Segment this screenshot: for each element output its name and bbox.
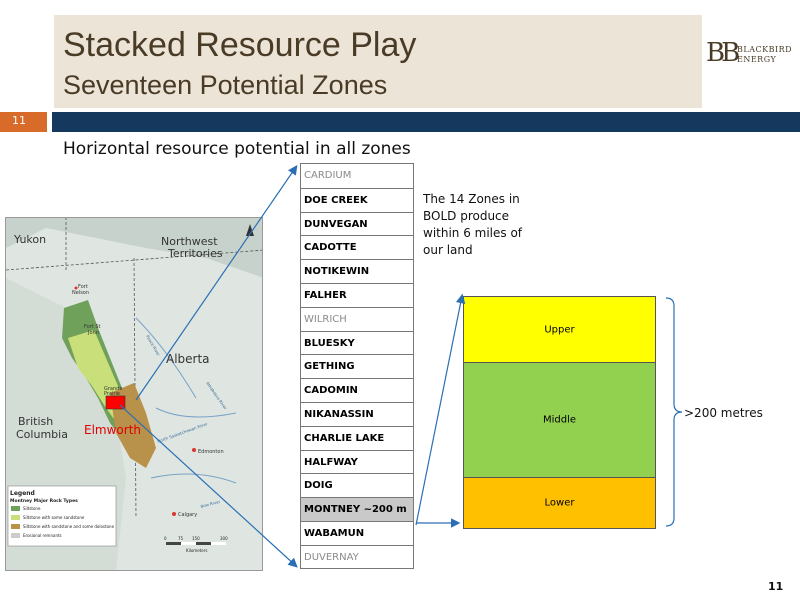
zone-row: DOIG (301, 473, 413, 497)
elmworth-box (105, 395, 126, 410)
zone-row: NOTIKEWIN (301, 259, 413, 283)
logo-line-2: ENERGY (737, 55, 777, 64)
thickness-label: >200 metres (684, 406, 763, 420)
legend-subtitle: Montney Major Rock Types (10, 498, 78, 504)
zone-row: WILRICH (301, 306, 413, 331)
bold-zones-note: The 14 Zones in BOLD produce within 6 mi… (423, 192, 523, 257)
zone-row: CARDIUM (304, 170, 352, 181)
lower-label: Lower (544, 497, 575, 509)
montney-middle-block: Middle (463, 362, 656, 478)
zone-row: HALFWAY (301, 449, 413, 474)
slide-heading: Horizontal resource potential in all zon… (63, 139, 411, 159)
legend-item-siltstone-dolostone: Siltstone with sandstone and some dolost… (23, 524, 115, 529)
label-fort-st-john-2: John (87, 330, 99, 336)
label-grande-prairie-2: Prairie (104, 391, 120, 397)
label-fort-nelson-2: Nelson (72, 290, 89, 296)
logo-mark: BB (706, 38, 740, 68)
thickness-brace (665, 297, 683, 527)
slide-subtitle: Seventeen Potential Zones (63, 70, 388, 100)
middle-label: Middle (542, 414, 577, 426)
logo-line-1: BLACKBIRD (737, 45, 793, 54)
logo-text: BLACKBIRD ENERGY (737, 45, 792, 65)
label-alberta: Alberta (166, 352, 210, 366)
zone-row: DUNVEGAN (301, 211, 413, 236)
scale-tick-300: 300 (220, 536, 228, 541)
zone-row: DOE CREEK (301, 187, 413, 212)
scale-tick-75: 75 (178, 536, 184, 541)
label-edmonton: Edmonton (198, 449, 224, 455)
zone-row: MONTNEY ~200 m (301, 497, 413, 522)
zone-row: CADOMIN (301, 378, 413, 402)
legend-title: Legend (10, 490, 35, 497)
zone-row: CHARLIE LAKE (301, 425, 413, 450)
scale-tick-150: 150 (192, 536, 200, 541)
label-calgary: Calgary (178, 512, 197, 518)
zone-row: CADOTTE (301, 235, 413, 259)
zone-row: GETHING (301, 354, 413, 378)
zone-row: FALHER (301, 283, 413, 307)
label-bc-2: Columbia (16, 428, 68, 441)
map-graphic: Yukon Northwest Territories Fort Nelson … (6, 218, 262, 570)
slide-title: Stacked Resource Play (63, 26, 417, 64)
zone-row: BLUESKY (301, 330, 413, 355)
label-elmworth: Elmworth (84, 423, 141, 437)
zone-row: NIKANASSIN (301, 402, 413, 426)
montney-lower-block: Lower (463, 477, 656, 529)
legend-item-siltstone-sandstone: Siltstone with some sandstone (23, 515, 85, 520)
label-bc-1: British (18, 415, 53, 428)
legend-item-siltstone: Siltstone (23, 506, 41, 511)
slide-number-badge: 11 (12, 114, 26, 127)
upper-label: Upper (544, 324, 575, 335)
scale-unit: Kilometers (186, 548, 207, 553)
zone-row: WABAMUN (301, 521, 413, 545)
company-logo: BB BLACKBIRD ENERGY (706, 38, 792, 72)
page-number: 11 (768, 580, 784, 593)
zone-row: DUVERNAY (301, 544, 413, 569)
label-yukon: Yukon (13, 233, 46, 246)
label-nwt-2: Territories (167, 247, 223, 260)
zone-stack-table: CARDIUM DOE CREEK DUNVEGAN CADOTTE NOTIKEWIN… (300, 163, 414, 569)
montney-map: Yukon Northwest Territories Fort Nelson … (5, 217, 263, 571)
legend-item-erosional: Erosional remnants (23, 533, 62, 538)
header-divider-bar (52, 112, 800, 132)
montney-upper-block: Upper (463, 296, 656, 363)
arrow-montney-to-column-top (415, 293, 466, 526)
